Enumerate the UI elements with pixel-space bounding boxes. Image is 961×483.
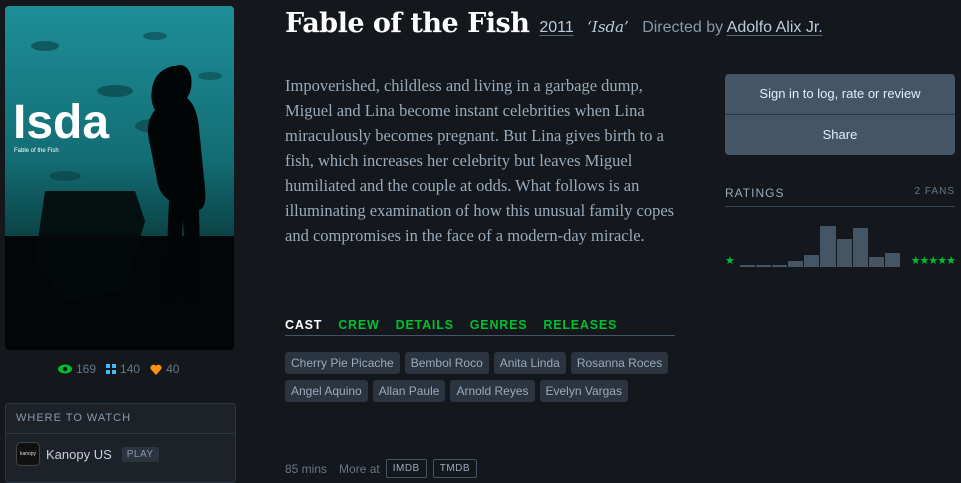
histogram-bar[interactable] [772,265,788,267]
service-name[interactable]: Kanopy US [46,447,112,462]
cast-chip[interactable]: Allan Paule [372,380,446,402]
cast-chip[interactable]: Cherry Pie Picache [285,352,400,374]
film-tabs: CAST CREW DETAILS GENRES RELEASES [285,318,675,336]
cast-chip[interactable]: Bembol Roco [404,352,489,374]
lists-stat[interactable]: 140 [106,362,140,376]
likes-count: 40 [166,362,180,376]
imdb-button[interactable]: IMDB [385,459,427,478]
more-at-label: More at [339,461,380,476]
tmdb-button[interactable]: TMDB [432,459,478,478]
histogram-bar[interactable] [788,261,804,267]
play-button[interactable]: PLAY [121,446,159,462]
tab-releases[interactable]: RELEASES [543,318,617,332]
film-footer: 85 mins More at IMDB TMDB [285,459,478,478]
tab-cast[interactable]: CAST [285,318,322,332]
watched-stat[interactable]: 169 [58,362,96,376]
histogram-bar[interactable] [852,228,868,267]
histogram-bar[interactable] [836,239,852,267]
release-year-link[interactable]: 2011 [539,19,573,36]
histogram-bar[interactable] [820,226,836,267]
film-synopsis: Impoverished, childless and living in a … [285,76,675,245]
poster-title-text: Isda [13,96,109,149]
lists-count: 140 [120,362,141,376]
streaming-service-row[interactable]: kanopy Kanopy US PLAY [6,434,235,474]
film-poster[interactable]: Isda Fable of the Fish [5,6,234,350]
film-title: Fable of the Fish [285,8,530,39]
ratings-header: RATINGS 2 FANS [725,186,955,207]
histogram-bar[interactable] [740,265,756,267]
ratings-histogram: ★ ★★★★★ [725,207,956,267]
tab-crew[interactable]: CREW [338,318,379,332]
likes-stat[interactable]: 40 [150,362,179,376]
film-header: Fable of the Fish 2011 ‘Isda’ Directed b… [285,8,823,39]
histogram-bars [740,212,900,267]
cast-chip[interactable]: Rosanna Roces [570,352,669,374]
where-to-watch-heading: WHERE TO WATCH [6,404,235,434]
cast-chip[interactable]: Angel Aquino [285,380,368,402]
histogram-bar[interactable] [884,253,900,267]
original-title: ‘Isda’ [587,18,629,36]
low-star-icon: ★ [725,255,735,267]
kanopy-logo-icon: kanopy [16,442,40,466]
heart-icon [150,364,162,375]
histogram-bar[interactable] [756,265,772,267]
high-stars-icon: ★★★★★ [910,255,956,267]
eye-icon [58,364,72,374]
tab-genres[interactable]: GENRES [470,318,528,332]
grid-icon [106,364,117,374]
poster-artwork: Isda Fable of the Fish [5,6,234,350]
ratings-section: RATINGS 2 FANS ★ ★★★★★ [725,186,956,267]
sign-in-button[interactable]: Sign in to log, rate or review [725,74,955,114]
watched-count: 169 [76,362,97,376]
histogram-bar[interactable] [804,255,820,267]
histogram-bar[interactable] [868,257,884,267]
director-link[interactable]: Adolfo Alix Jr. [727,19,823,36]
cast-chip[interactable]: Anita Linda [493,352,566,374]
cast-list: Cherry Pie Picache Bembol Roco Anita Lin… [285,352,680,402]
cast-chip[interactable]: Arnold Reyes [450,380,535,402]
fans-count[interactable]: 2 FANS [915,186,955,200]
poster-subtitle-text: Fable of the Fish [14,148,59,154]
cast-chip[interactable]: Evelyn Vargas [539,380,628,402]
actions-panel: Sign in to log, rate or review Share [725,74,955,155]
film-meta: 2011 ‘Isda’ Directed by Adolfo Alix Jr. [539,18,822,37]
tab-details[interactable]: DETAILS [396,318,454,332]
share-button[interactable]: Share [725,114,955,155]
where-to-watch-panel: WHERE TO WATCH kanopy Kanopy US PLAY [5,403,236,483]
film-stats: 169 140 40 [58,362,179,376]
ratings-heading: RATINGS [725,186,785,200]
directed-by-label: Directed by [642,19,724,36]
runtime: 85 mins [285,461,328,476]
